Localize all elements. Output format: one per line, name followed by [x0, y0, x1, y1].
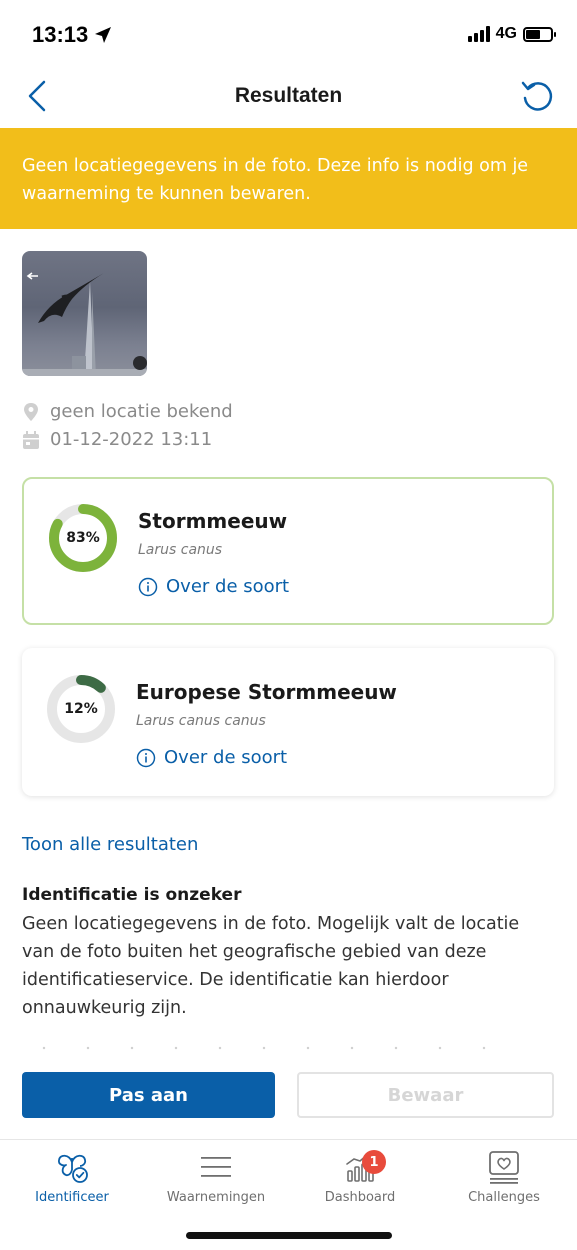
page-title: Resultaten [234, 84, 343, 107]
location-text: geen locatie bekend [50, 401, 233, 422]
result-card-2[interactable]: 12% Europese Stormmeeuw Larus canus canu… [22, 648, 554, 796]
tab-dashboard[interactable]: 1 Dashboard [288, 1148, 432, 1205]
warning-text: Geen locatiegegevens in de foto. Deze in… [22, 156, 529, 204]
location-arrow-icon [95, 27, 112, 43]
show-all-results-link[interactable]: Toon alle resultaten [22, 834, 198, 855]
about-species-link-1[interactable]: Over de soort [138, 576, 289, 597]
notification-badge: 1 [362, 1150, 386, 1174]
species-scientific-2: Larus canus canus [136, 713, 266, 729]
about-species-label-1: Over de soort [166, 576, 290, 597]
confidence-label-2: 12% [64, 701, 98, 717]
list-icon [201, 1157, 231, 1177]
warning-banner: Geen locatiegegevens in de foto. Deze in… [0, 128, 577, 229]
species-name-1: Stormmeeuw [138, 509, 288, 533]
result-card-1[interactable]: 83% Stormmeeuw Larus canus Over de soort [22, 477, 554, 625]
battery-icon [523, 26, 556, 42]
observation-photo[interactable] [22, 251, 147, 376]
tab-observations[interactable]: Waarnemingen [144, 1148, 288, 1205]
info-icon [136, 748, 156, 767]
calendar-icon [23, 430, 39, 449]
home-indicator [186, 1232, 392, 1239]
tab-challenges[interactable]: Challenges [432, 1148, 576, 1205]
tab-dashboard-label: Dashboard [324, 1190, 396, 1205]
tab-identify[interactable]: Identificeer [0, 1148, 144, 1205]
nav-bar: Resultaten [0, 62, 577, 128]
bird-photo-image [22, 272, 147, 376]
reset-icon[interactable] [519, 78, 557, 116]
truncated-text-fade [22, 1046, 492, 1050]
adjust-button[interactable]: Pas aan [22, 1072, 275, 1118]
status-indicators: 4G [467, 25, 556, 43]
back-arrow-icon [26, 272, 38, 280]
network-type: 4G [495, 25, 517, 42]
save-button[interactable]: Bewaar [297, 1072, 554, 1118]
challenges-icon [489, 1151, 519, 1184]
status-time: 13:13 [32, 22, 112, 48]
tab-identify-label: Identificeer [35, 1190, 109, 1205]
location-row: geen locatie bekend [22, 401, 233, 422]
species-scientific-1: Larus canus [138, 542, 223, 558]
species-name-2: Europese Stormmeeuw [136, 680, 397, 704]
uncertain-title: Identificatie is onzeker [22, 885, 242, 905]
tab-observations-label: Waarnemingen [166, 1190, 266, 1205]
uncertain-text: Geen locatiegegevens in de foto. Mogelij… [22, 914, 520, 1018]
about-species-label-2: Over de soort [164, 747, 288, 768]
date-row: 01-12-2022 13:11 [22, 429, 212, 450]
status-time-text: 13:13 [32, 22, 89, 47]
identify-icon [58, 1154, 88, 1183]
tab-challenges-label: Challenges [468, 1190, 540, 1205]
location-pin-icon [24, 402, 38, 421]
signal-icon [467, 26, 490, 42]
info-icon [138, 577, 158, 596]
tab-bar: Identificeer Waarnemingen 1 Dashboard Ch… [0, 1139, 577, 1250]
date-text: 01-12-2022 13:11 [50, 429, 213, 450]
confidence-label-1: 83% [66, 530, 100, 546]
status-bar: 13:13 4G [0, 0, 577, 62]
about-species-link-2[interactable]: Over de soort [136, 747, 287, 768]
